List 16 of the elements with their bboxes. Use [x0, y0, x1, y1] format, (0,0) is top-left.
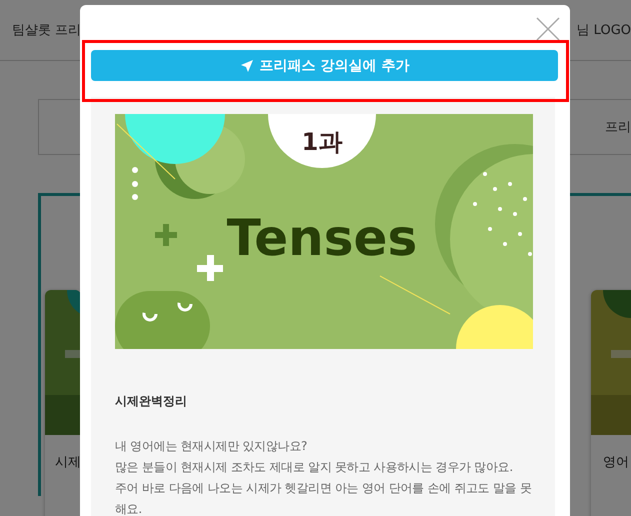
add-to-classroom-button[interactable]: 프리패스 강의실에 추가	[91, 50, 558, 81]
tab[interactable]: 프리	[605, 118, 631, 136]
description-line: 많은 분들이 현재시제 조차도 제대로 알지 못하고 사용하시는 경우가 많아요.	[115, 459, 514, 476]
user-greeting: 님 LOGO	[576, 22, 631, 39]
description-line: 내 영어에는 현재시제만 있지않나요?	[115, 438, 308, 455]
card-title: 시제	[54, 454, 81, 472]
card-title: 영어	[602, 454, 630, 472]
banner-title: Tenses	[226, 209, 418, 267]
close-icon[interactable]	[536, 17, 560, 41]
course-card[interactable]: 시제	[45, 290, 81, 516]
course-card[interactable]: 영어	[591, 290, 631, 516]
paper-plane-icon	[240, 58, 254, 72]
description-line: 주어 바로 다음에 나오는 시제가 헷갈리면 아는 영어 단어를 손에 쥐고도 말을 못해요.	[115, 480, 533, 516]
course-title: 시제완벽정리	[115, 393, 188, 410]
site-title: 팀샬롯 프리	[12, 22, 82, 39]
lesson-label: 1과	[302, 128, 342, 156]
